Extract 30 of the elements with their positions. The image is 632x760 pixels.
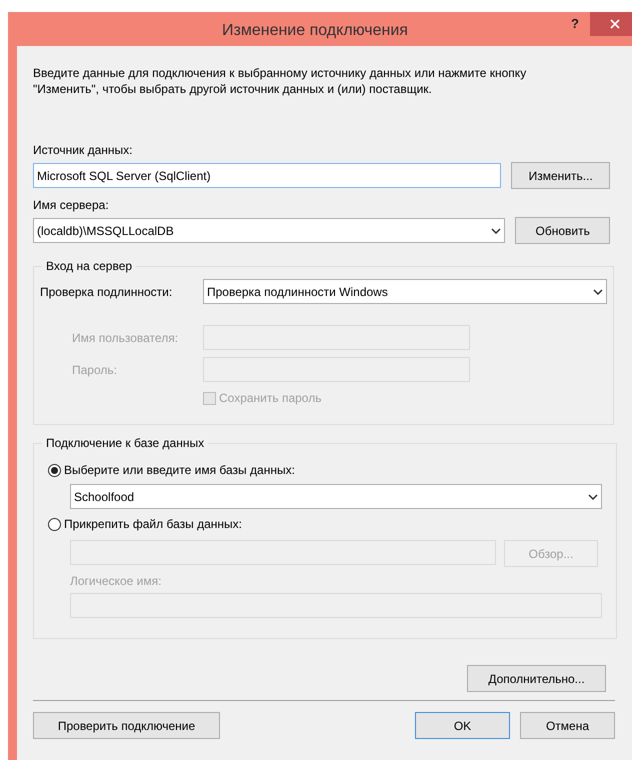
description-text: Введите данные для подключения к выбранному источнику данных или нажмите кнопку "Изменить", чтобы выбрать другой источник данных и (или) поставщик. xyxy=(33,65,528,97)
close-icon xyxy=(610,19,620,29)
server-name-label: Имя сервера: xyxy=(33,197,110,214)
radio-button[interactable] xyxy=(48,464,61,476)
server-name-combo[interactable]: (localdb)\MSSQLLocalDB xyxy=(33,218,506,243)
radio-label: Выберите или введите имя базы данных: xyxy=(64,462,295,479)
data-source-label: Источник данных: xyxy=(33,142,134,159)
field-label: Пароль: xyxy=(71,362,118,378)
help-button[interactable]: ? xyxy=(560,12,590,36)
checkbox-label: Сохранить пароль xyxy=(219,390,322,407)
window-title: Изменение подключения xyxy=(222,21,408,41)
authentication-combo[interactable]: Проверка подлинности Windows xyxy=(203,279,607,304)
test-connection-button[interactable]: Проверить подключение xyxy=(33,712,220,739)
cancel-button[interactable]: Отмена xyxy=(520,712,615,739)
group-title: Вход на сервер xyxy=(45,258,134,275)
chevron-down-icon xyxy=(593,288,603,294)
data-source-field[interactable]: Microsoft SQL Server (SqlClient) xyxy=(33,163,502,188)
chevron-down-icon xyxy=(491,228,502,234)
authentication-label: Проверка подлинности: xyxy=(40,284,174,300)
advanced-button[interactable]: Дополнительно... xyxy=(467,665,606,692)
field-label: Имя пользователя: xyxy=(71,330,180,346)
refresh-button[interactable]: Обновить xyxy=(515,217,610,244)
ok-button[interactable]: OK xyxy=(415,712,510,739)
logical-name-label: Логическое имя: xyxy=(70,573,162,590)
change-button[interactable]: Изменить... xyxy=(511,162,610,189)
group-title: Подключение к базе данных xyxy=(45,435,206,452)
radio-label: Прикрепить файл базы данных: xyxy=(64,516,242,533)
database-name-combo[interactable]: Schoolfood xyxy=(70,484,602,509)
close-button[interactable] xyxy=(590,12,632,36)
chevron-down-icon xyxy=(588,494,598,500)
